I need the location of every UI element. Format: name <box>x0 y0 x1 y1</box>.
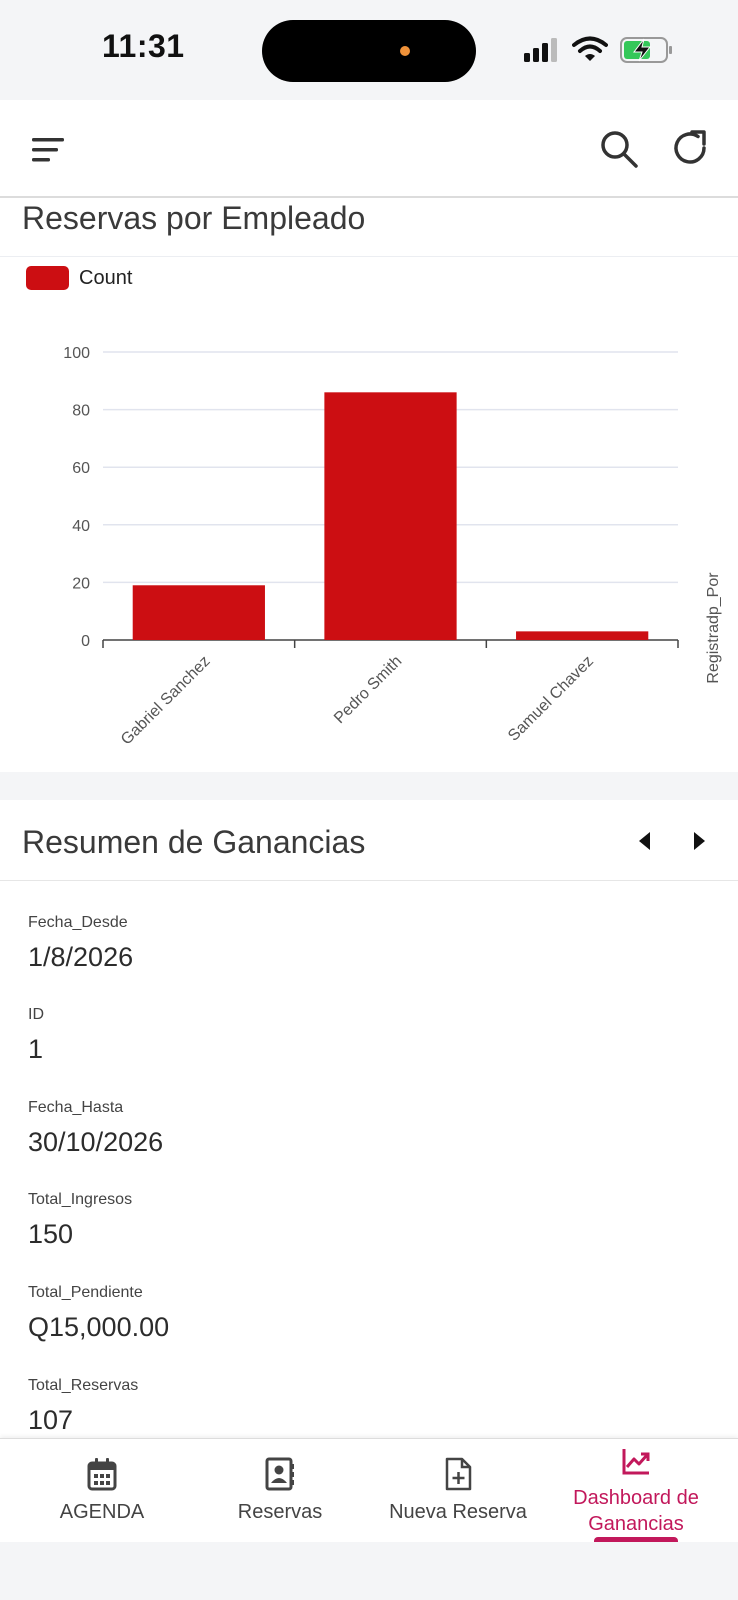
y-tick-label: 80 <box>72 403 90 420</box>
nav-item-reservas[interactable]: Reservas <box>188 1439 372 1543</box>
summary-title: Resumen de Ganancias <box>22 824 366 860</box>
bar-pedro-smith <box>324 392 457 640</box>
camera-indicator-icon <box>400 46 410 56</box>
field-label: Total_Ingresos <box>28 1191 133 1208</box>
previous-arrow-icon[interactable] <box>630 826 660 856</box>
field-id: ID 1 <box>28 1006 44 1065</box>
y-tick-label: 0 <box>81 633 90 650</box>
top-app-bar <box>0 100 738 198</box>
refresh-icon[interactable] <box>668 126 712 170</box>
bar-samuel-chavez <box>516 631 649 640</box>
cellular-signal-icon <box>524 38 557 62</box>
field-value: 30/10/2026 <box>28 1127 164 1157</box>
y-tick-label: 60 <box>72 460 90 477</box>
search-icon[interactable] <box>598 128 640 170</box>
field-label: Fecha_Desde <box>28 914 128 931</box>
menu-icon[interactable] <box>28 130 68 170</box>
field-value: 1 <box>28 1034 44 1064</box>
new-document-icon <box>445 1457 472 1491</box>
field-value: 107 <box>28 1405 74 1435</box>
chart-card: Reservas por Empleado Count 0 20 40 60 80 100… <box>0 198 738 772</box>
field-total-reservas: Total_Reservas 107 <box>28 1377 138 1436</box>
nav-item-agenda[interactable]: AGENDA <box>10 1439 194 1543</box>
battery-charging-icon <box>620 37 672 63</box>
field-fecha-desde: Fecha_Desde 1/8/2026 <box>28 914 133 973</box>
trending-up-icon <box>622 1449 650 1475</box>
home-indicator-area <box>0 1542 738 1600</box>
bottom-navigation: AGENDA Reservas Nueva Reserva Dashboard … <box>0 1438 738 1545</box>
divider <box>0 880 738 881</box>
bar-gabriel-sanchez <box>132 585 265 640</box>
next-arrow-icon[interactable] <box>684 826 714 856</box>
wifi-icon <box>572 36 608 61</box>
x-tick-label: Samuel Chavez <box>505 653 597 745</box>
calendar-icon <box>87 1458 117 1491</box>
field-value: 150 <box>28 1219 74 1249</box>
contacts-icon <box>265 1457 294 1491</box>
field-total-pendiente: Total_Pendiente Q15,000.00 <box>28 1284 169 1343</box>
nav-item-nueva-reserva[interactable]: Nueva Reserva <box>366 1439 550 1543</box>
field-fecha-hasta: Fecha_Hasta 30/10/2026 <box>28 1099 163 1158</box>
nav-label: AGENDA <box>59 1501 145 1523</box>
axis-title: Registradp_Por <box>705 572 722 684</box>
nav-item-dashboard-ganancias[interactable]: Dashboard de Ganancias <box>544 1439 728 1543</box>
field-total-ingresos: Total_Ingresos 150 <box>28 1191 132 1250</box>
x-tick-label: Pedro Smith <box>331 653 405 727</box>
nav-label: Dashboard de Ganancias <box>573 1487 699 1535</box>
field-label: ID <box>28 1006 44 1023</box>
status-time: 11:31 <box>102 28 185 64</box>
y-tick-label: 20 <box>72 575 90 592</box>
summary-card: Resumen de Ganancias Fecha_Desde 1/8/202… <box>0 800 738 1440</box>
field-label: Total_Reservas <box>28 1377 139 1394</box>
nav-label: Nueva Reserva <box>389 1501 527 1523</box>
y-tick-label: 40 <box>72 518 90 535</box>
y-tick-label: 100 <box>63 345 90 362</box>
dynamic-island <box>262 20 476 82</box>
bar-chart: 0 20 40 60 80 100 Gabriel Sanchez Pedro Smith Sa… <box>63 345 722 749</box>
x-tick-label: Gabriel Sanchez <box>118 653 214 749</box>
status-bar: 11:31 <box>0 0 738 100</box>
field-label: Fecha_Hasta <box>28 1099 124 1116</box>
field-value: 1/8/2026 <box>28 942 134 972</box>
field-label: Total_Pendiente <box>28 1284 143 1301</box>
field-value: Q15,000.00 <box>28 1312 170 1342</box>
nav-label: Reservas <box>237 1501 323 1523</box>
